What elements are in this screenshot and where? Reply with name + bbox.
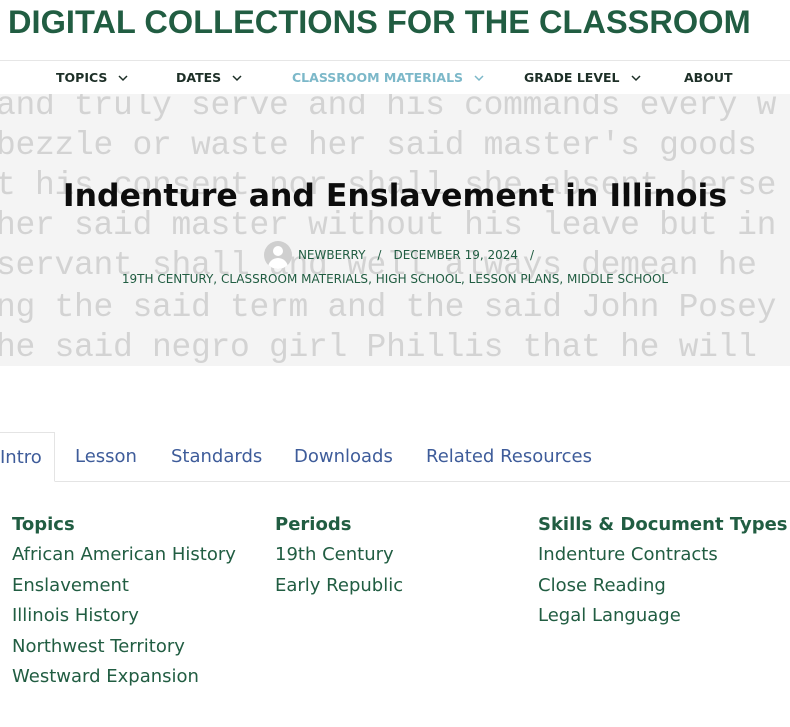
chevron-down-icon — [473, 72, 485, 84]
hero-banner: and truly serve and his commands every w… — [0, 94, 790, 366]
topic-link[interactable]: Enslavement — [12, 571, 236, 602]
topic-link[interactable]: African American History — [12, 540, 236, 571]
tab-standards[interactable]: Standards — [171, 432, 262, 482]
page-title: Indenture and Enslavement in Illinois — [62, 178, 728, 214]
nav-topics-label: TOPICS — [56, 70, 108, 85]
topic-link[interactable]: Northwest Territory — [12, 632, 236, 663]
chevron-down-icon — [630, 72, 642, 84]
nav-grade-level[interactable]: GRADE LEVEL — [524, 61, 642, 94]
main-nav: TOPICS DATES CLASSROOM MATERIALS GRADE L… — [0, 61, 790, 94]
post-meta: NEWBERRY / DECEMBER 19, 2024 / — [0, 241, 790, 269]
tabs-divider — [0, 481, 790, 482]
post-categories: 19TH CENTURY, CLASSROOM MATERIALS, HIGH … — [121, 272, 669, 286]
nav-about-label: ABOUT — [684, 70, 733, 85]
background-text-line: he said negro girl Phillis that he will — [0, 329, 757, 366]
category-link[interactable]: HIGH SCHOOL — [376, 272, 461, 286]
tab-related-resources[interactable]: Related Resources — [426, 432, 592, 482]
post-date: DECEMBER 19, 2024 — [393, 248, 519, 262]
nav-topics[interactable]: TOPICS — [56, 61, 129, 94]
author-link[interactable]: NEWBERRY — [298, 248, 365, 262]
category-link[interactable]: CLASSROOM MATERIALS — [221, 272, 368, 286]
tab-downloads[interactable]: Downloads — [294, 432, 393, 482]
avatar — [263, 241, 292, 269]
meta-separator: / — [530, 248, 535, 262]
period-link[interactable]: Early Republic — [275, 571, 403, 602]
topics-heading: Topics — [12, 514, 75, 535]
topics-column: Topics African American History Enslavem… — [12, 512, 236, 693]
site-title[interactable]: DIGITAL COLLECTIONS FOR THE CLASSROOM — [8, 2, 788, 42]
topic-link[interactable]: Illinois History — [12, 601, 236, 632]
hero-background-document: and truly serve and his commands every w… — [0, 94, 790, 366]
skill-link[interactable]: Close Reading — [538, 571, 788, 602]
skills-column: Skills & Document Types Indenture Contra… — [538, 512, 788, 632]
background-text-line: and truly serve and his commands every w — [0, 94, 777, 124]
category-link[interactable]: 19TH CENTURY — [122, 272, 213, 286]
tab-intro[interactable]: Intro — [0, 432, 55, 482]
category-link[interactable]: MIDDLE SCHOOL — [567, 272, 668, 286]
background-text-line: ng the said term and the said John Posey — [0, 289, 777, 326]
chevron-down-icon — [117, 72, 129, 84]
nav-classroom-materials[interactable]: CLASSROOM MATERIALS — [292, 61, 485, 94]
periods-column: Periods 19th Century Early Republic — [275, 512, 403, 601]
meta-separator: / — [377, 248, 382, 262]
content-tabs: Intro Lesson Standards Downloads Related… — [0, 432, 790, 482]
category-link[interactable]: LESSON PLANS — [469, 272, 560, 286]
nav-dates[interactable]: DATES — [176, 61, 243, 94]
nav-dates-label: DATES — [176, 70, 222, 85]
chevron-down-icon — [231, 72, 243, 84]
nav-about[interactable]: ABOUT — [684, 61, 733, 94]
skills-heading: Skills & Document Types — [538, 514, 788, 535]
nav-classroom-materials-label: CLASSROOM MATERIALS — [292, 70, 464, 85]
background-text-line: bezzle or waste her said master's goods — [0, 127, 757, 164]
topic-link[interactable]: Westward Expansion — [12, 662, 236, 693]
period-link[interactable]: 19th Century — [275, 540, 403, 571]
skill-link[interactable]: Legal Language — [538, 601, 788, 632]
skill-link[interactable]: Indenture Contracts — [538, 540, 788, 571]
periods-heading: Periods — [275, 514, 352, 535]
nav-grade-level-label: GRADE LEVEL — [524, 70, 620, 85]
tab-lesson[interactable]: Lesson — [75, 432, 137, 482]
